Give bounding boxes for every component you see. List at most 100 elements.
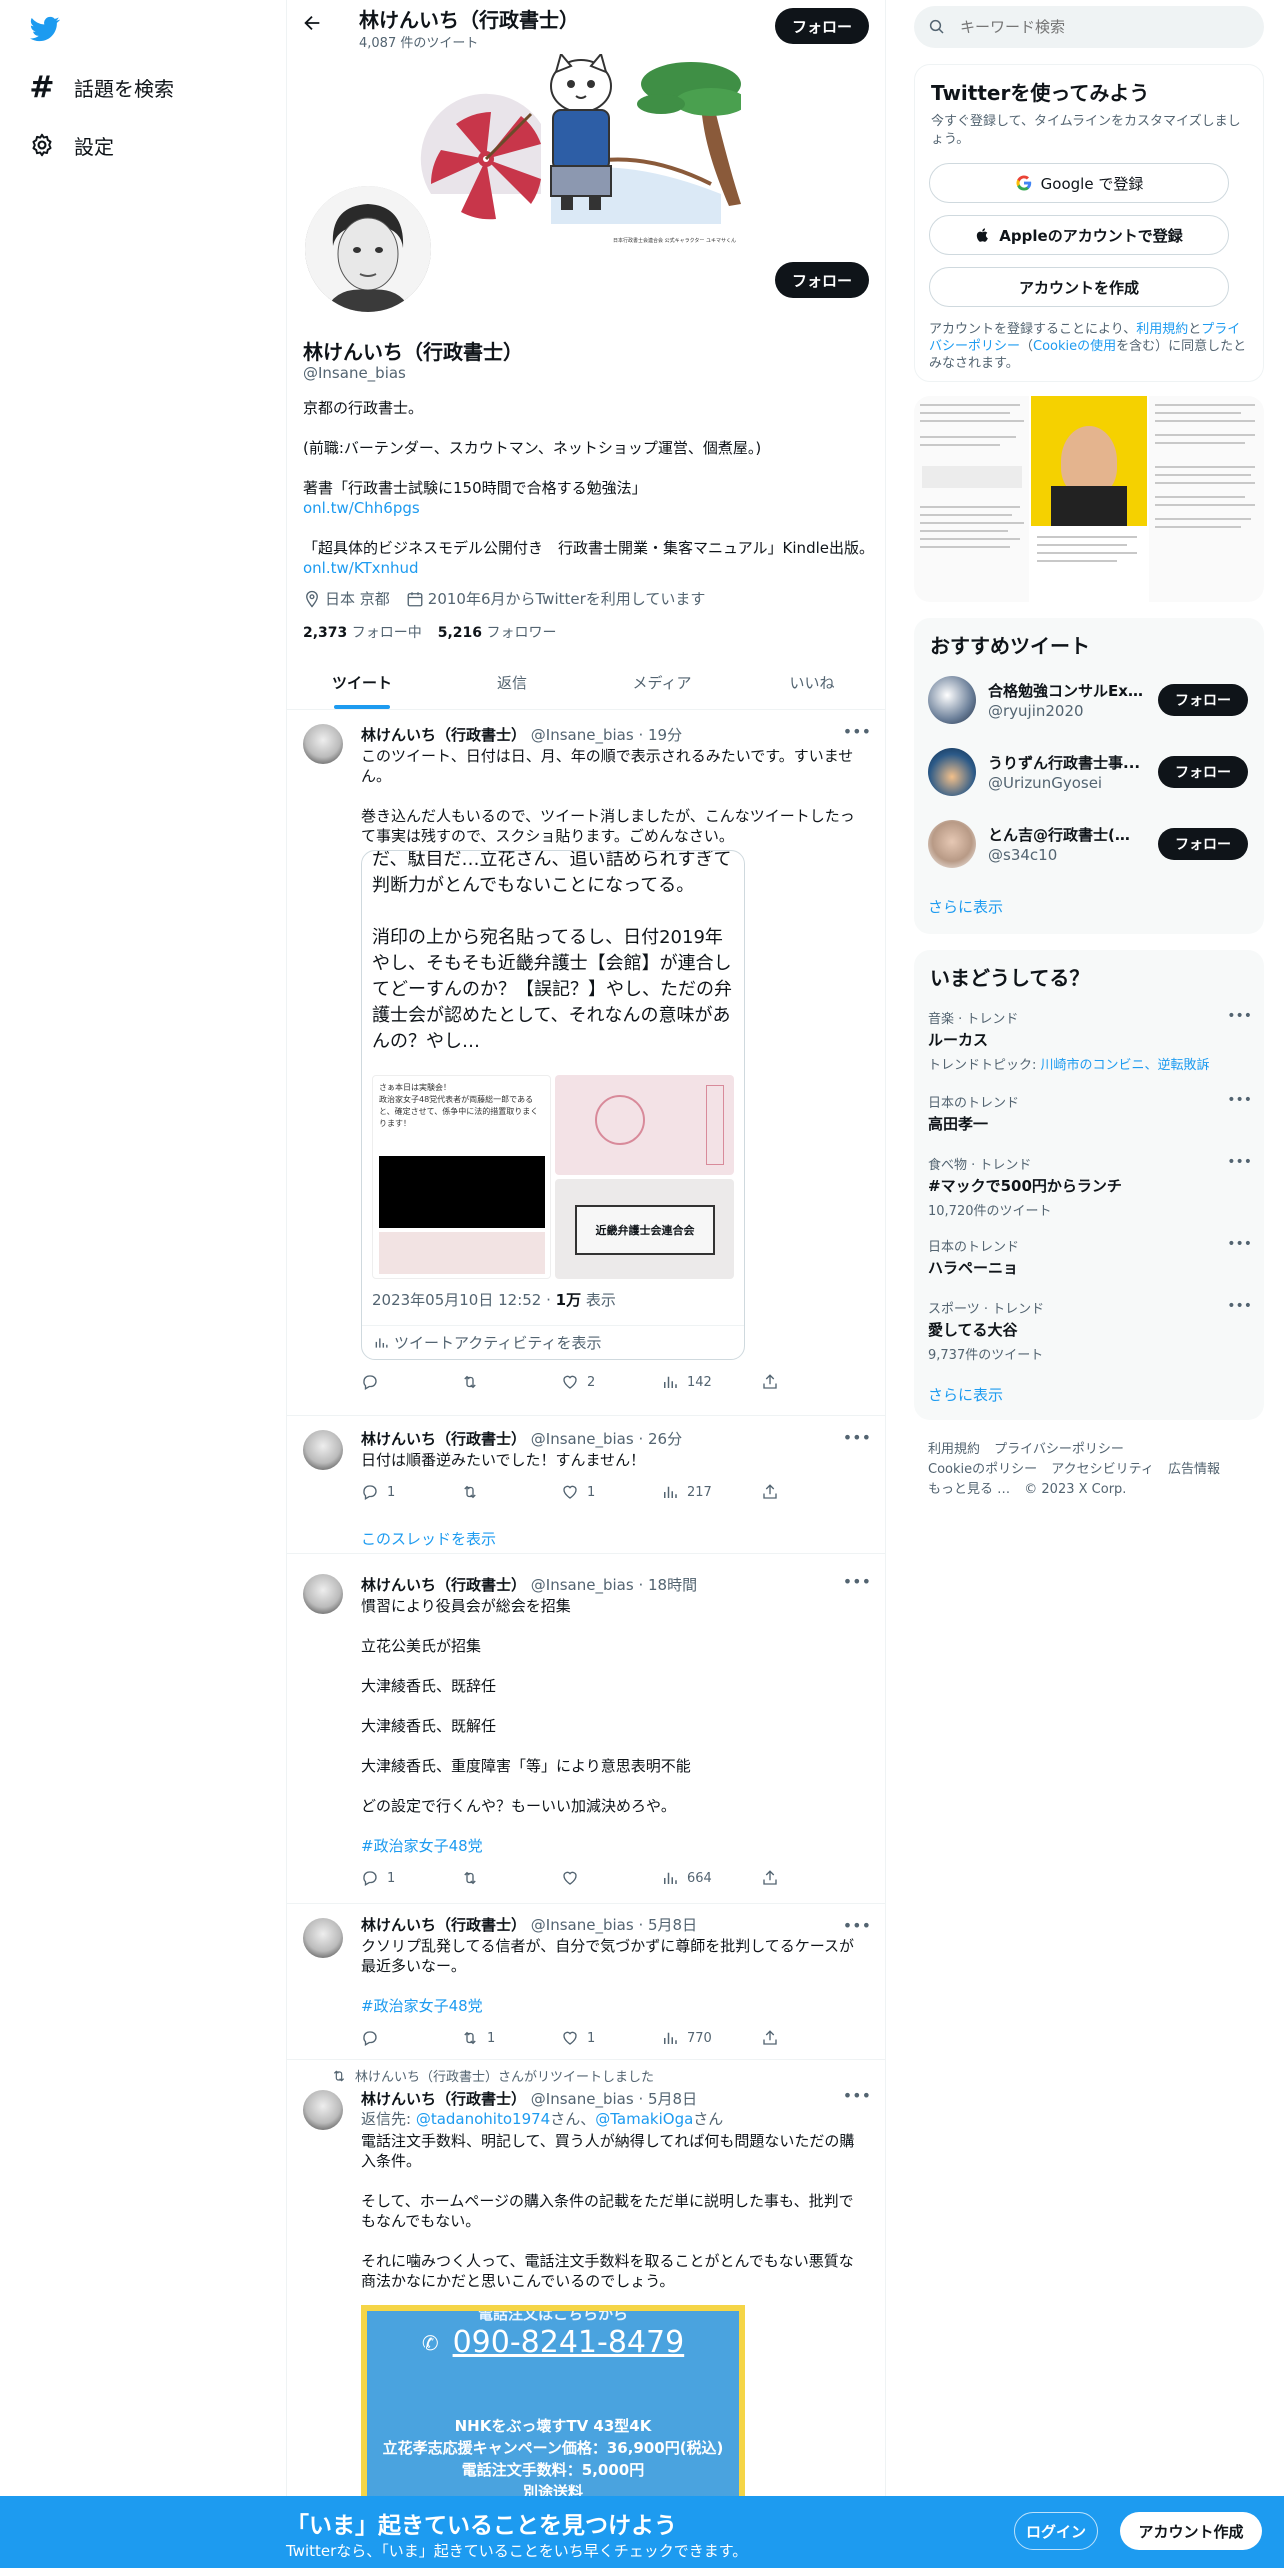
share-button[interactable] — [761, 2029, 861, 2047]
profile-follow-button[interactable]: フォロー — [775, 262, 869, 298]
reply-to-user[interactable]: @tadanohito1974 — [416, 2110, 550, 2128]
terms-link[interactable]: 利用規約 — [1136, 322, 1188, 337]
create-account-button[interactable]: アカウントを作成 — [929, 267, 1229, 307]
profile-media-grid[interactable] — [914, 396, 1264, 602]
share-button[interactable] — [761, 1483, 861, 1501]
footer-link[interactable]: 広告情報 — [1168, 1462, 1220, 1477]
tweet-author-name[interactable]: 林けんいち（行政書士） — [361, 1430, 526, 1448]
recommended-user-handle[interactable]: @ryujin2020 — [988, 702, 1084, 720]
tab-tweets[interactable]: ツイート — [287, 656, 437, 709]
media-thumbnail[interactable] — [1148, 396, 1264, 602]
retweet-button[interactable] — [461, 1483, 561, 1501]
header-follow-button[interactable]: フォロー — [775, 8, 869, 44]
tweet-avatar[interactable] — [303, 1574, 343, 1614]
like-button[interactable]: 1 — [561, 1483, 661, 1501]
footer-link[interactable]: アクセシビリティ — [1051, 1462, 1154, 1477]
tweet-author-handle[interactable]: @Insane_bias — [531, 2090, 634, 2108]
nav-explore[interactable]: # 話題を検索 — [28, 62, 174, 112]
recommended-user[interactable]: とん吉@行政書士(愛... @s34c10 フォロー — [928, 818, 1248, 870]
quoted-screenshot[interactable]: だ、駄目だ…立花さん、追い詰められすぎて判断力がとんでもないことになってる。 消… — [361, 850, 745, 1360]
tab-media[interactable]: メディア — [587, 656, 737, 709]
activity-link[interactable]: ツイートアクティビティを表示 — [362, 1325, 744, 1359]
reply-to-user[interactable]: @TamakiOga — [595, 2110, 693, 2128]
reply-button[interactable]: 1 — [361, 1869, 461, 1887]
trend-item[interactable]: 日本のトレンド ハラペーニョ ••• — [928, 1236, 1252, 1278]
trend-item[interactable]: 音楽 · トレンド ルーカス トレンドトピック: 川崎市のコンビニ、逆転敗訴 •… — [928, 1008, 1252, 1073]
reply-button[interactable] — [361, 1373, 461, 1391]
following-count-link[interactable]: 2,373 フォロー中 — [303, 622, 422, 642]
tweet-time[interactable]: · 19分 — [638, 726, 682, 744]
tweet-avatar[interactable] — [303, 724, 343, 764]
hashtag-link[interactable]: #政治家女子48党 — [361, 1836, 861, 1856]
followers-count-link[interactable]: 5,216 フォロワー — [438, 622, 557, 642]
tab-likes[interactable]: いいね — [737, 656, 885, 709]
tweet-avatar[interactable] — [303, 2090, 343, 2130]
bio-link[interactable]: onl.tw/KTxnhud — [303, 558, 419, 578]
signup-button[interactable]: アカウント作成 — [1120, 2512, 1262, 2550]
tab-replies[interactable]: 返信 — [437, 656, 587, 709]
retweet-button[interactable] — [461, 1373, 561, 1391]
cookie-link[interactable]: Cookieの使用 — [1033, 339, 1116, 354]
tweet-time[interactable]: · 18時間 — [638, 1576, 697, 1594]
tweet[interactable]: ••• 林けんいち（行政書士） @Insane_bias · 19分 このツイー… — [287, 710, 885, 1416]
tweet-author-name[interactable]: 林けんいち（行政書士） — [361, 726, 526, 744]
login-button[interactable]: ログイン — [1014, 2512, 1098, 2550]
views-button[interactable]: 217 — [661, 1483, 761, 1501]
media-thumbnail[interactable] — [1031, 396, 1147, 602]
more-icon[interactable]: ••• — [1227, 1298, 1252, 1314]
tweet-avatar[interactable] — [303, 1430, 343, 1470]
tweet-author-name[interactable]: 林けんいち（行政書士） — [361, 1576, 526, 1594]
nav-settings[interactable]: 設定 — [28, 120, 114, 170]
recommended-user-handle[interactable]: @UrizunGyosei — [988, 774, 1102, 792]
apple-signup-button[interactable]: Appleのアカウントで登録 — [929, 215, 1229, 255]
tweet-time[interactable]: · 5月8日 — [638, 2090, 697, 2108]
tweet[interactable]: ••• 林けんいち（行政書士） @Insane_bias · 5月8日 クソリプ… — [287, 1904, 885, 2060]
tweet-author-handle[interactable]: @Insane_bias — [531, 1916, 634, 1934]
footer-link[interactable]: プライバシーポリシー — [994, 1442, 1124, 1457]
retweet-context-text[interactable]: 林けんいち（行政書士）さんがリツイートしました — [355, 2066, 654, 2085]
back-arrow-icon[interactable] — [301, 12, 323, 40]
show-more-link[interactable]: さらに表示 — [928, 1384, 1003, 1405]
like-button[interactable]: 1 — [561, 2029, 661, 2047]
trend-item[interactable]: 食べ物 · トレンド #マックで500円からランチ 10,720件のツイート •… — [928, 1154, 1252, 1219]
hashtag-link[interactable]: #政治家女子48党 — [361, 1996, 861, 2016]
profile-banner[interactable]: 日本行政書士会連合会 公式キャラクター ユキマサくん — [411, 51, 747, 246]
avatar[interactable] — [928, 676, 976, 724]
tweet-avatar[interactable] — [303, 1918, 343, 1958]
views-button[interactable]: 142 — [661, 1373, 761, 1391]
follow-button[interactable]: フォロー — [1158, 756, 1248, 788]
trend-topic-link[interactable]: 川崎市のコンビニ、逆転敗訴 — [1041, 1058, 1210, 1073]
twitter-bird-icon[interactable] — [28, 14, 62, 44]
tweet-image[interactable]: 電話注文はこちらから ✆ 090-8241-8479 NHKをぶっ壊すTV 43… — [361, 2305, 745, 2505]
avatar[interactable] — [928, 748, 976, 796]
reply-button[interactable]: 1 — [361, 1483, 461, 1501]
trend-item[interactable]: スポーツ · トレンド 愛してる大谷 9,737件のツイート ••• — [928, 1298, 1252, 1363]
follow-button[interactable]: フォロー — [1158, 828, 1248, 860]
profile-avatar[interactable] — [301, 182, 435, 316]
tweet[interactable]: ••• 林けんいち（行政書士） @Insane_bias · 18時間 慣習によ… — [287, 1554, 885, 1904]
show-thread-link[interactable]: このスレッドを表示 — [361, 1528, 861, 1549]
search-box[interactable] — [914, 6, 1264, 48]
google-signup-button[interactable]: Google で登録 — [929, 163, 1229, 203]
share-button[interactable] — [761, 1869, 861, 1887]
tweet-author-name[interactable]: 林けんいち（行政書士） — [361, 2090, 526, 2108]
follow-button[interactable]: フォロー — [1158, 684, 1248, 716]
show-more-link[interactable]: さらに表示 — [928, 896, 1003, 917]
like-button[interactable] — [561, 1869, 661, 1887]
tweet[interactable]: 林けんいち（行政書士）さんがリツイートしました ••• 林けんいち（行政書士） … — [287, 2060, 885, 2568]
tweet[interactable]: ••• 林けんいち（行政書士） @Insane_bias · 26分 日付は順番… — [287, 1416, 885, 1554]
recommended-user-handle[interactable]: @s34c10 — [988, 846, 1057, 864]
footer-link[interactable]: もっと見る … — [928, 1482, 1010, 1497]
recommended-user-name[interactable]: 合格勉強コンサルEx... — [988, 680, 1144, 701]
views-button[interactable]: 664 — [661, 1869, 761, 1887]
trend-item[interactable]: 日本のトレンド 高田孝一 ••• — [928, 1092, 1252, 1134]
tweet-author-handle[interactable]: @Insane_bias — [531, 726, 634, 744]
more-icon[interactable]: ••• — [1227, 1092, 1252, 1108]
bio-link[interactable]: onl.tw/Chh6pgs — [303, 498, 420, 518]
like-button[interactable]: 2 — [561, 1373, 661, 1391]
tweet-author-handle[interactable]: @Insane_bias — [531, 1430, 634, 1448]
more-icon[interactable]: ••• — [1227, 1154, 1252, 1170]
recommended-user[interactable]: うりずん行政書士事... @UrizunGyosei フォロー — [928, 746, 1248, 798]
tweet-time[interactable]: · 26分 — [638, 1430, 682, 1448]
share-button[interactable] — [761, 1373, 861, 1391]
